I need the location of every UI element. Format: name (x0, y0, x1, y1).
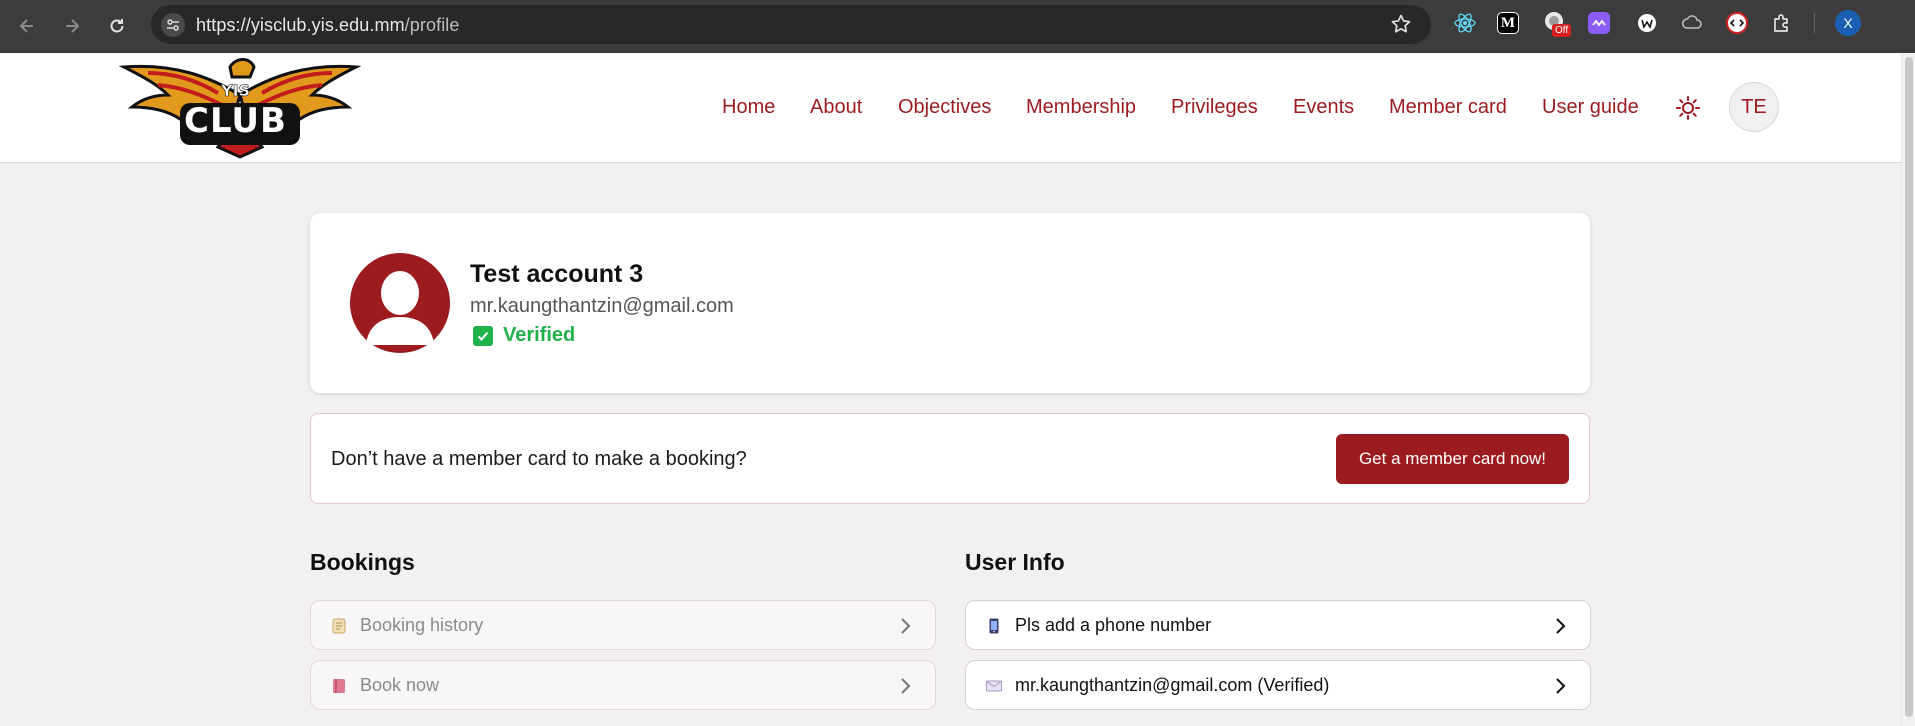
bookmark-star-button[interactable] (1389, 12, 1413, 36)
puzzle-icon (1774, 14, 1788, 32)
phone-number-label: Pls add a phone number (1015, 615, 1212, 635)
medium-extension[interactable]: M (1497, 12, 1519, 34)
user-menu-avatar[interactable]: TE (1729, 82, 1779, 132)
url-host: https://yisclub.yis.edu.mm (196, 15, 405, 35)
nav-home[interactable]: Home (722, 93, 775, 121)
book-now-item[interactable]: Book now (310, 660, 936, 710)
reload-icon (110, 19, 124, 33)
nav-events[interactable]: Events (1293, 93, 1354, 121)
star-icon (1391, 14, 1411, 33)
purple-extension[interactable] (1588, 12, 1610, 34)
booking-history-item[interactable]: Booking history (310, 600, 936, 650)
tune-icon (167, 19, 179, 31)
verified-label: Verified (503, 324, 576, 346)
extension-off-badge: Off (1552, 24, 1572, 37)
member-card-banner: Don’t have a member card to make a booki… (310, 413, 1590, 504)
page-scrollbar[interactable] (1901, 53, 1915, 726)
book-icon (329, 676, 349, 696)
book-now-label: Book now (360, 675, 440, 695)
nav-about[interactable]: About (810, 93, 862, 121)
bookings-title: Bookings (310, 549, 415, 575)
profile-name: Test account 3 (470, 260, 644, 288)
theme-toggle-button[interactable] (1675, 95, 1701, 121)
email-item[interactable]: mr.kaungthantzin@gmail.com (Verified) (965, 660, 1591, 710)
check-box-icon (473, 325, 493, 346)
phone-icon (984, 616, 1004, 636)
reload-button[interactable] (101, 10, 133, 42)
url-text: https://yisclub.yis.edu.mm/profile (196, 15, 460, 36)
code-icon (1726, 12, 1748, 34)
wave-icon (1592, 19, 1606, 27)
cloud-extension[interactable] (1679, 10, 1705, 36)
user-silhouette-icon (366, 271, 434, 345)
react-icon (1454, 13, 1476, 33)
cloud-icon (1681, 15, 1702, 29)
sun-icon (1676, 96, 1700, 120)
logo-text-bottom: CLUB (184, 101, 287, 141)
email-label: mr.kaungthantzin@gmail.com (Verified) (1015, 675, 1330, 695)
url-path: /profile (404, 15, 460, 35)
medium-icon: M (1500, 14, 1516, 31)
back-button[interactable] (11, 10, 43, 42)
banner-text: Don’t have a member card to make a booki… (331, 448, 747, 470)
phone-number-item[interactable]: Pls add a phone number (965, 600, 1591, 650)
yis-club-logo[interactable]: YIS CLUB (118, 55, 362, 159)
browser-profile-button[interactable]: X (1835, 10, 1861, 36)
site-info-button[interactable] (161, 13, 185, 37)
forward-arrow-icon (66, 19, 80, 33)
back-arrow-icon (19, 19, 33, 33)
booking-history-label: Booking history (360, 615, 484, 635)
nav-member-card[interactable]: Member card (1389, 93, 1507, 121)
scroll-icon (329, 616, 349, 636)
get-member-card-button[interactable]: Get a member card now! (1336, 434, 1569, 484)
nav-membership[interactable]: Membership (1026, 93, 1136, 121)
nav-privileges[interactable]: Privileges (1171, 93, 1258, 121)
profile-avatar (350, 253, 450, 353)
extensions-menu-button[interactable] (1769, 10, 1795, 36)
logo-text-top: YIS (221, 81, 251, 101)
chevron-right-icon (893, 614, 917, 638)
forward-button[interactable] (56, 10, 88, 42)
chevron-right-icon (1548, 674, 1572, 698)
address-bar[interactable]: https://yisclub.yis.edu.mm/profile (151, 5, 1431, 44)
nav-user-guide[interactable]: User guide (1542, 93, 1639, 121)
w-circle-icon (1638, 14, 1656, 32)
react-devtools-extension[interactable] (1452, 10, 1478, 36)
scrollbar-thumb[interactable] (1905, 57, 1913, 717)
chevron-right-icon (1548, 614, 1572, 638)
user-info-title: User Info (965, 549, 1065, 575)
toggle-extension[interactable]: Off (1542, 10, 1572, 37)
code-extension[interactable] (1724, 10, 1750, 36)
browser-toolbar: https://yisclub.yis.edu.mm/profile M Off… (0, 0, 1915, 53)
profile-email: mr.kaungthantzin@gmail.com (470, 295, 734, 317)
nav-objectives[interactable]: Objectives (898, 93, 991, 121)
envelope-icon (984, 676, 1004, 696)
chevron-right-icon (893, 674, 917, 698)
verified-status: Verified (473, 324, 575, 347)
toolbar-divider (1814, 13, 1815, 33)
profile-card: Test account 3 mr.kaungthantzin@gmail.co… (310, 213, 1590, 393)
w-extension[interactable] (1634, 10, 1660, 36)
